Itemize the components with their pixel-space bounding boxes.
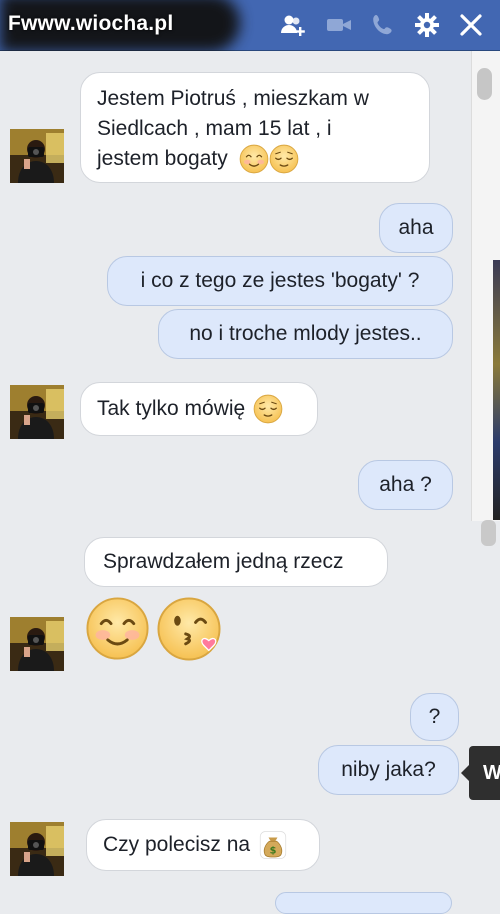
smiling-face-icon [239, 144, 269, 174]
message-outgoing-partial [275, 892, 452, 914]
message-text: aha ? [379, 473, 432, 496]
message-text: Sprawdzałem jedną rzecz [103, 550, 344, 573]
message-incoming: Jestem Piotruś , mieszkam w Siedlcach , … [80, 72, 430, 183]
message-outgoing: no i troche mlody jestes.. [158, 309, 453, 359]
chat-header: Fwww.wiocha.pl [0, 0, 500, 52]
video-call-icon[interactable] [326, 12, 352, 38]
message-text: aha [398, 216, 434, 239]
add-friend-icon[interactable] [280, 12, 306, 38]
message-line: jestem bogaty [97, 144, 413, 174]
tooltip: W [461, 746, 500, 800]
avatar[interactable] [10, 617, 64, 671]
message-line: Jestem Piotruś , mieszkam w [97, 87, 369, 110]
message-text: Czy polecisz na [103, 833, 251, 856]
message-outgoing: aha ? [358, 460, 453, 510]
phone-icon[interactable] [370, 12, 396, 38]
message-outgoing: ? [410, 693, 459, 741]
message-incoming: Sprawdzałem jedną rzecz [84, 537, 388, 587]
message-text: ? [428, 705, 441, 728]
avatar[interactable] [10, 129, 64, 183]
message-line-text: jestem bogaty [97, 147, 228, 170]
message-text: niby jaka? [341, 758, 436, 781]
message-line: Siedlcach , mam 15 lat , i [97, 117, 332, 140]
relieved-face-icon [269, 144, 299, 174]
avatar[interactable] [10, 385, 64, 439]
chat-title[interactable]: Fwww.wiocha.pl [8, 12, 173, 36]
avatar[interactable] [10, 822, 64, 876]
money-bag-icon [258, 830, 288, 860]
message-text: Tak tylko mówię [97, 397, 246, 420]
message-incoming: Tak tylko mówię [80, 382, 318, 436]
background-window-edge [493, 260, 500, 520]
message-text: no i troche mlody jestes.. [189, 322, 422, 345]
message-outgoing: i co z tego ze jestes 'bogaty' ? [107, 256, 453, 306]
message-text: i co z tego ze jestes 'bogaty' ? [140, 269, 420, 292]
message-outgoing: niby jaka? [318, 745, 459, 795]
scrollbar-thumb[interactable] [477, 68, 492, 100]
gear-icon[interactable] [414, 12, 440, 38]
relieved-face-icon [253, 394, 283, 424]
close-icon[interactable] [458, 12, 484, 38]
scrollbar-thumb-secondary[interactable] [481, 520, 496, 546]
message-incoming: Czy polecisz na [86, 819, 320, 871]
kissing-face-icon [156, 596, 222, 662]
message-outgoing: aha [379, 203, 453, 253]
smiling-face-icon [85, 596, 150, 661]
